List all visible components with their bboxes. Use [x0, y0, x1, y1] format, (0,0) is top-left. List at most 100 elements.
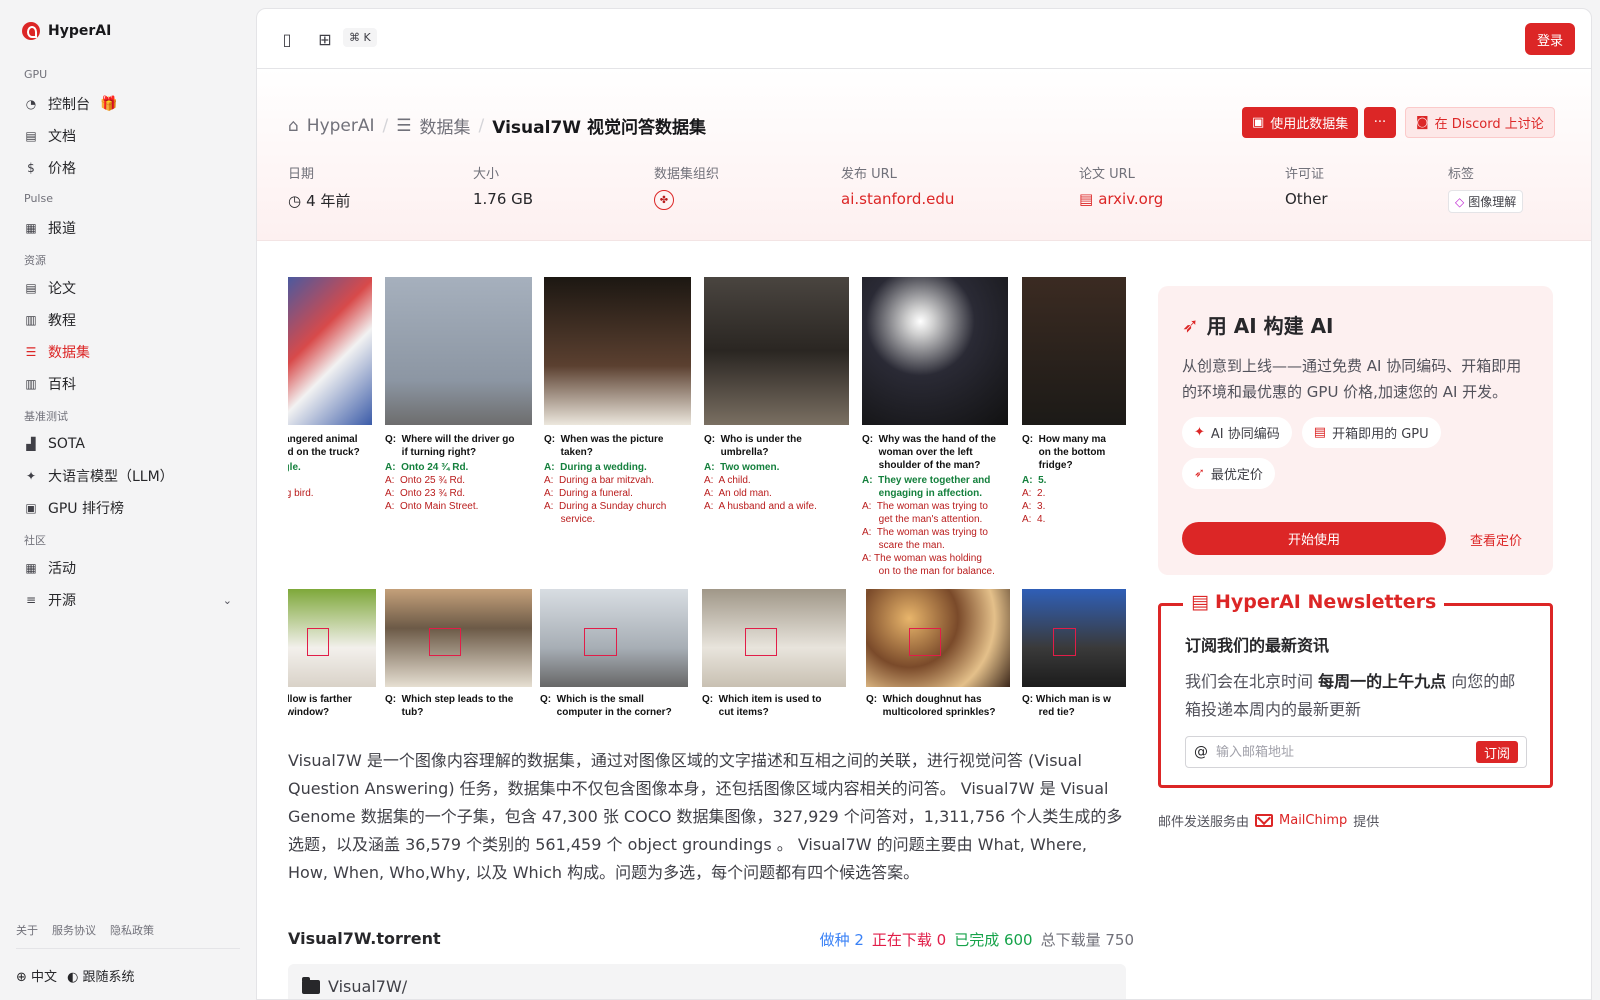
discord-icon: ◙ — [1416, 115, 1429, 130]
stanford-logo-icon[interactable]: ✤ — [654, 190, 674, 210]
correct-answer: A: 5. — [1022, 475, 1047, 486]
paper-url-link[interactable]: ▤ arxiv.org — [1079, 190, 1163, 208]
more-options-button[interactable]: ··· — [1364, 107, 1396, 138]
sidebar-item[interactable]: ▣ GPU 排行榜 — [16, 492, 240, 524]
sidebar-item[interactable]: ▦ 报道 — [16, 212, 240, 244]
meta-date: 日期 ◷ 4 年前 — [288, 163, 350, 211]
promo-title: 用 AI 构建 AI — [1206, 314, 1334, 338]
sidebar-item[interactable]: ▥ 百科 — [16, 368, 240, 400]
get-started-button[interactable]: 开始使用 — [1182, 522, 1446, 555]
release-url-link[interactable]: ai.stanford.edu — [841, 190, 954, 208]
sidebar-item[interactable]: $ 价格 — [16, 152, 240, 184]
page-title: Visual7W 视觉问答数据集 — [492, 118, 706, 138]
feature-chip: ➶ 最优定价 — [1182, 458, 1275, 489]
newsletter-title: ▤ HyperAI Newsletters — [1183, 591, 1445, 613]
question-text: Q: Which item is used to cut items? — [702, 694, 822, 718]
login-button[interactable]: 登录 — [1524, 23, 1575, 55]
main-panel: ▯ ⊞ ⌘ K 登录 ⌂ HyperAI / ☰ 数据集 / Visual7W … — [256, 8, 1592, 1000]
paper-url-text: arxiv.org — [1098, 190, 1164, 208]
answer-option: A: A child. — [704, 475, 751, 486]
rocket-icon: ➶ — [1182, 312, 1199, 337]
grounding-box — [745, 628, 777, 656]
meta-tags-label: 标签 — [1448, 167, 1475, 182]
theme-switch[interactable]: ◐ 跟随系统 — [67, 966, 135, 985]
meta-date-label: 日期 — [288, 167, 315, 182]
subscribe-button[interactable]: 订阅 — [1475, 741, 1518, 763]
sidebar-item-label: 活动 — [48, 561, 76, 577]
example-photo — [288, 277, 372, 425]
sidebar-item[interactable]: ▤ 论文 — [16, 272, 240, 304]
newsletter-heading: 订阅我们的最新资讯 — [1185, 636, 1330, 655]
use-dataset-label: 使用此数据集 — [1270, 117, 1349, 132]
file-tree-row[interactable]: Visual7W/ — [288, 964, 1126, 999]
chart-icon: ▟ — [26, 437, 36, 451]
terms-link[interactable]: 服务协议 — [52, 922, 96, 938]
mailchimp-link[interactable]: MailChimp — [1279, 813, 1347, 828]
sidebar-item[interactable]: ☰ 数据集 — [16, 336, 240, 368]
tag-image-understanding[interactable]: ◇ 图像理解 — [1448, 190, 1524, 213]
tag-label: 图像理解 — [1468, 195, 1517, 209]
meta-size: 大小 1.76 GB — [473, 163, 533, 208]
sidebar-item[interactable]: ▥ 教程 — [16, 304, 240, 336]
sidebar-item-label: 价格 — [48, 161, 76, 177]
mail-service-note: 邮件发送服务由 MailChimp 提供 — [1158, 811, 1379, 830]
question-text: Q: Why was the hand of the woman over th… — [862, 434, 996, 471]
sidebar-item[interactable]: ▤ 文档 — [16, 120, 240, 152]
correct-answer: A: Two women. — [704, 462, 780, 473]
privacy-link[interactable]: 隐私政策 — [110, 922, 154, 938]
apps-icon[interactable]: ⊞ — [313, 27, 337, 51]
grounding-box — [1053, 628, 1077, 656]
breadcrumb-datasets[interactable]: 数据集 — [420, 113, 471, 138]
chevron-down-icon[interactable]: ⌄ — [223, 594, 232, 607]
clock-icon: ◷ — [288, 191, 302, 210]
breadcrumb-separator: / — [382, 115, 389, 136]
use-dataset-button[interactable]: ▣ 使用此数据集 — [1242, 107, 1359, 138]
view-pricing-link[interactable]: 查看定价 — [1470, 530, 1522, 549]
answer-option: A: During a Sunday church service. — [544, 501, 667, 525]
sidebar-item[interactable]: ≡ 开源 ⌄ — [16, 584, 240, 616]
answer-option: A: During a bar mitzvah. — [544, 475, 655, 486]
question-text: Q: Which step leads to the tub? — [385, 694, 514, 718]
mail-note-post: 提供 — [1353, 815, 1380, 830]
chip-icon: ▣ — [25, 501, 37, 515]
sidebar: HyperAI GPU ◔ 控制台 🎁 ▤ 文档 $ 价格 Pulse ▦ 报道 资源 ▤ 论文 ▥ 教程 ☰ 数… — [0, 0, 256, 1000]
sidebar-item-label: 文档 — [48, 129, 76, 145]
answer-option: A: Onto 23 ¾ Rd. — [385, 488, 466, 499]
answer-option: A: An old man. — [704, 488, 772, 499]
calendar-icon: ▦ — [25, 561, 37, 575]
meta-url: 发布 URL ai.stanford.edu — [841, 163, 954, 208]
topbar: ▯ ⊞ ⌘ K 登录 — [257, 9, 1591, 69]
torrent-name[interactable]: Visual7W.torrent — [288, 929, 441, 948]
encyclopedia-icon: ▥ — [25, 377, 37, 391]
breadcrumb-home[interactable]: HyperAI — [307, 116, 375, 136]
sidebar-item-label: 大语言模型（LLM） — [48, 469, 174, 485]
sidebar-toggle-icon[interactable]: ▯ — [275, 27, 299, 51]
database-icon: ☰ — [25, 345, 37, 359]
about-link[interactable]: 关于 — [16, 922, 38, 938]
answer-option: A: 4. — [1022, 514, 1046, 525]
email-input[interactable] — [1216, 744, 1468, 760]
book-icon: ▥ — [25, 313, 37, 327]
dataset-preview-figure: dangered animal red on the truck? agle.w.… — [288, 269, 1126, 725]
language-switch[interactable]: ⊕ 中文 — [16, 966, 57, 985]
sidebar-item[interactable]: ▟ SOTA — [16, 428, 240, 460]
sidebar-item[interactable]: ◔ 控制台 🎁 — [16, 88, 240, 120]
sidebar-item-label: GPU 排行榜 — [48, 501, 124, 517]
grounding-box — [307, 628, 329, 656]
command-shortcut[interactable]: ⌘ K — [343, 28, 377, 47]
meta-paper-label: 论文 URL — [1079, 167, 1135, 182]
torrent-stats: 做种 2 正在下载 0 已完成 600 总下载量 750 — [820, 929, 1134, 950]
nav-section-title: GPU — [24, 68, 48, 81]
globe-icon: ⊕ — [16, 970, 27, 985]
feature-chip-label: AI 协同编码 — [1210, 427, 1280, 442]
answer-option: A: The woman was trying to get the man's… — [862, 501, 988, 525]
paper-icon: ▤ — [25, 281, 37, 295]
brand-logo[interactable]: HyperAI — [22, 22, 111, 40]
sidebar-item[interactable]: ▦ 活动 — [16, 552, 240, 584]
sidebar-item[interactable]: ✦ 大语言模型（LLM） — [16, 460, 240, 492]
seeding-count: 做种 2 — [819, 931, 864, 949]
mail-note-pre: 邮件发送服务由 — [1158, 815, 1250, 830]
newsletter-body-pre: 我们会在北京时间 — [1185, 672, 1319, 691]
sidebar-item-label: 开源 — [48, 593, 76, 609]
discord-discuss-button[interactable]: ◙ 在 Discord 上讨论 — [1405, 107, 1555, 138]
